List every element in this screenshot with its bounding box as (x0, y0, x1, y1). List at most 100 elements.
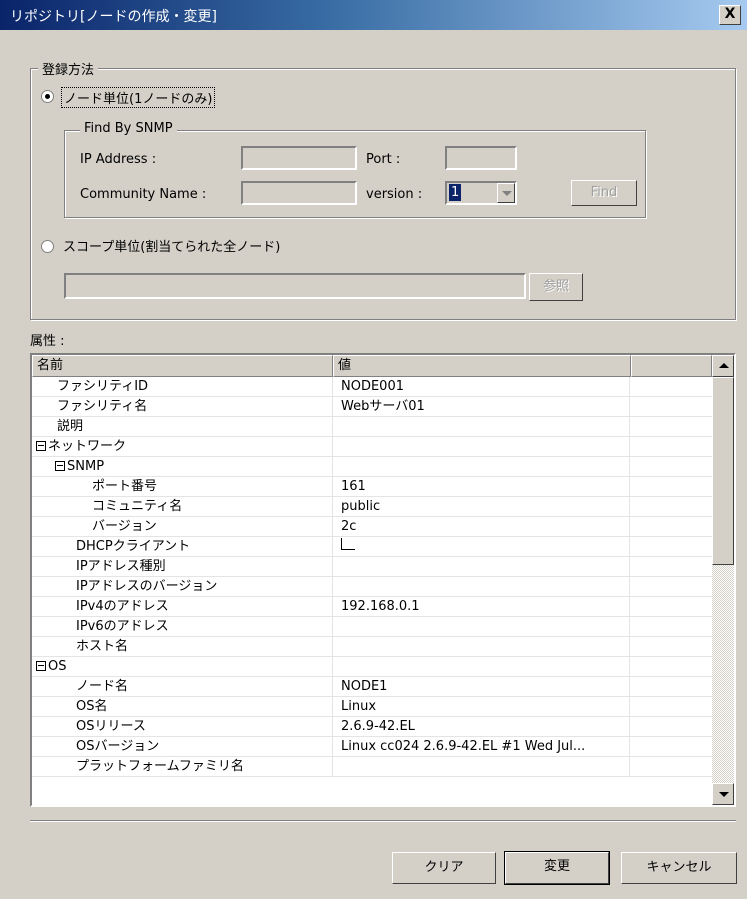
row-name: IPアドレスのバージョン (76, 579, 218, 594)
find-button[interactable]: Find (571, 180, 637, 206)
table-header: 名前 値 (32, 355, 712, 377)
row-name: SNMP (67, 459, 105, 474)
row-value: Linux (333, 697, 630, 716)
row-name: ノード名 (76, 679, 129, 694)
table-row[interactable]: OS名 Linux (32, 697, 712, 717)
table-row[interactable]: IPアドレス種別 (32, 557, 712, 577)
version-selected-value: 1 (449, 184, 462, 201)
table-row[interactable]: IPアドレスのバージョン (32, 577, 712, 597)
registration-legend: 登録方法 (38, 59, 99, 78)
column-header-name[interactable]: 名前 (32, 355, 333, 377)
snmp-find-legend: Find By SNMP (80, 121, 177, 136)
node-radio-label[interactable]: ノード単位(1ノードのみ) (61, 87, 216, 108)
port-label: Port : (366, 152, 401, 167)
table-row[interactable]: ファシリティID NODE001 (32, 377, 712, 397)
row-name: DHCPクライアント (76, 539, 191, 554)
scope-radio-label[interactable]: スコープ単位(割当てられた全ノード) (63, 236, 280, 255)
node-radio[interactable] (41, 90, 54, 103)
row-value: 2c (333, 517, 630, 536)
port-field[interactable] (445, 146, 517, 170)
row-value (333, 457, 630, 476)
table-row[interactable]: バージョン 2c (32, 517, 712, 537)
scope-radio[interactable] (41, 240, 54, 253)
row-name: ファシリティ名 (57, 399, 148, 414)
version-label: version : (366, 187, 423, 202)
table-row[interactable]: IPv6のアドレス (32, 617, 712, 637)
dhcp-checkbox[interactable] (341, 538, 355, 550)
row-value: 161 (333, 477, 630, 496)
row-value: Webサーバ01 (333, 397, 630, 416)
table-row[interactable]: プラットフォームファミリ名 (32, 757, 712, 777)
table-row[interactable]: ノード名 NODE1 (32, 677, 712, 697)
window-title: リポジトリ[ノードの作成・変更] (10, 9, 217, 25)
community-name-field[interactable] (241, 181, 357, 205)
row-name: OS名 (76, 699, 108, 714)
ip-address-label: IP Address : (80, 152, 157, 167)
row-value: NODE1 (333, 677, 630, 696)
chevron-down-icon (502, 191, 512, 196)
table-row[interactable]: ホスト名 (32, 637, 712, 657)
version-dropdown-button[interactable] (497, 183, 515, 203)
attributes-table: 名前 値 ファシリティID NODE001 ファシリティ名 Webサーバ01 説明 … (30, 353, 736, 807)
column-header-extra[interactable] (631, 355, 712, 377)
table-row[interactable]: コミュニティ名 public (32, 497, 712, 517)
column-header-value[interactable]: 値 (333, 355, 631, 377)
row-value (333, 757, 630, 776)
row-value (333, 577, 630, 596)
row-name: コミュニティ名 (92, 499, 183, 514)
row-name: 説明 (57, 419, 84, 434)
row-name: IPv4のアドレス (76, 599, 169, 614)
table-row[interactable]: OSリリース 2.6.9-42.EL (32, 717, 712, 737)
table-row[interactable]: SNMP (32, 457, 712, 477)
arrow-up-icon (719, 363, 729, 368)
table-row[interactable]: ポート番号 161 (32, 477, 712, 497)
row-value (333, 617, 630, 636)
collapse-icon[interactable] (55, 461, 65, 471)
change-button[interactable]: 変更 (504, 851, 610, 885)
version-select[interactable]: 1 (445, 181, 517, 205)
vertical-scrollbar[interactable] (712, 355, 734, 805)
table-row[interactable]: 説明 (32, 417, 712, 437)
row-name: ファシリティID (57, 379, 149, 394)
row-value: public (333, 497, 630, 516)
row-name: OS (48, 659, 67, 674)
radio-selected-dot (45, 94, 50, 99)
table-row[interactable]: OSバージョン Linux cc024 2.6.9-42.EL #1 Wed Ju… (32, 737, 712, 757)
table-row[interactable]: OS (32, 657, 712, 677)
attributes-label: 属性 : (30, 334, 65, 349)
table-row[interactable]: DHCPクライアント (32, 537, 712, 557)
browse-button[interactable]: 参照 (529, 273, 583, 301)
row-name: OSバージョン (76, 739, 160, 754)
row-value (333, 417, 630, 436)
arrow-down-icon (719, 792, 729, 797)
scroll-thumb[interactable] (712, 377, 734, 565)
row-value: 192.168.0.1 (333, 597, 630, 616)
collapse-icon[interactable] (36, 661, 46, 671)
row-name: ホスト名 (76, 639, 129, 654)
table-body: ファシリティID NODE001 ファシリティ名 Webサーバ01 説明 ネットワー… (32, 377, 712, 777)
close-button[interactable]: X (719, 5, 741, 25)
clear-button[interactable]: クリア (392, 852, 496, 884)
divider (30, 820, 736, 822)
table-row[interactable]: IPv4のアドレス 192.168.0.1 (32, 597, 712, 617)
row-value (333, 557, 630, 576)
close-icon: X (724, 6, 736, 22)
table-row[interactable]: ファシリティ名 Webサーバ01 (32, 397, 712, 417)
cancel-button[interactable]: キャンセル (621, 852, 737, 884)
scope-path-field[interactable] (64, 273, 526, 299)
table-row[interactable]: ネットワーク (32, 437, 712, 457)
row-name: IPアドレス種別 (76, 559, 166, 574)
row-value: 2.6.9-42.EL (333, 717, 630, 736)
ip-address-field[interactable] (241, 146, 357, 170)
row-name: OSリリース (76, 719, 146, 734)
scroll-up-button[interactable] (712, 355, 734, 377)
row-name: ネットワーク (48, 439, 127, 454)
row-value (333, 637, 630, 656)
collapse-icon[interactable] (36, 441, 46, 451)
row-value (333, 437, 630, 456)
row-value (333, 657, 630, 676)
row-name: プラットフォームファミリ名 (76, 759, 244, 774)
row-name: バージョン (92, 519, 157, 534)
scroll-down-button[interactable] (712, 783, 734, 805)
row-name: IPv6のアドレス (76, 619, 169, 634)
